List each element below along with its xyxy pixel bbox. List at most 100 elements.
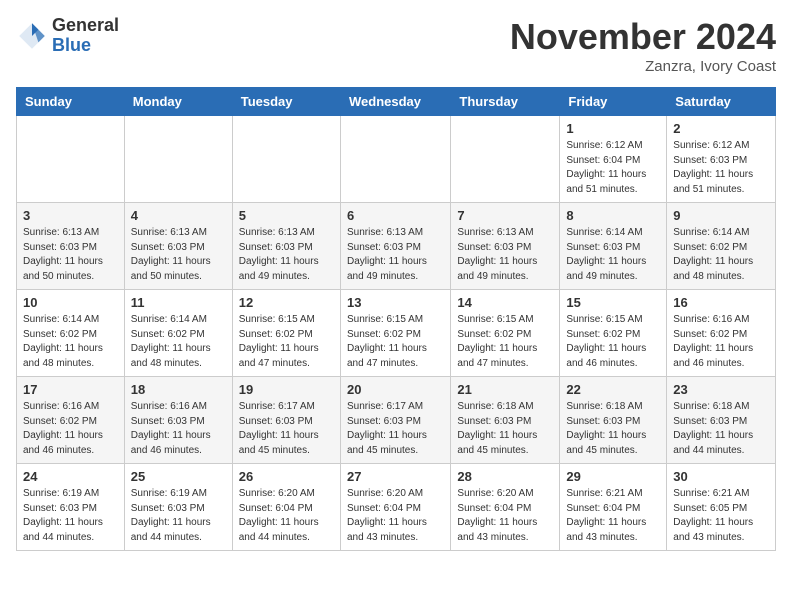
day-info: Sunrise: 6:14 AM Sunset: 6:02 PM Dayligh… xyxy=(23,313,118,371)
day-number: 19 xyxy=(239,382,334,397)
calendar-cell: 12 Sunrise: 6:15 AM Sunset: 6:02 PM Dayli… xyxy=(232,290,340,377)
day-number: 25 xyxy=(131,469,226,484)
day-header-wednesday: Wednesday xyxy=(340,88,450,116)
calendar-cell: 29 Sunrise: 6:21 AM Sunset: 6:04 PM Dayli… xyxy=(560,464,667,551)
calendar-cell: 18 Sunrise: 6:16 AM Sunset: 6:03 PM Dayli… xyxy=(124,377,232,464)
day-info: Sunrise: 6:15 AM Sunset: 6:02 PM Dayligh… xyxy=(457,313,553,371)
calendar-cell xyxy=(340,116,450,203)
calendar-cell: 16 Sunrise: 6:16 AM Sunset: 6:02 PM Dayli… xyxy=(667,290,776,377)
title-block: November 2024 Zanzra, Ivory Coast xyxy=(510,16,776,75)
calendar-week-row: 3 Sunrise: 6:13 AM Sunset: 6:03 PM Daylig… xyxy=(17,203,776,290)
day-number: 13 xyxy=(347,295,444,310)
day-number: 5 xyxy=(239,208,334,223)
day-number: 3 xyxy=(23,208,118,223)
day-info: Sunrise: 6:21 AM Sunset: 6:05 PM Dayligh… xyxy=(673,487,769,545)
day-info: Sunrise: 6:14 AM Sunset: 6:02 PM Dayligh… xyxy=(673,226,769,284)
calendar-cell xyxy=(232,116,340,203)
calendar-cell: 11 Sunrise: 6:14 AM Sunset: 6:02 PM Dayli… xyxy=(124,290,232,377)
calendar-cell: 22Sunrise: 6:18 AM Sunset: 6:03 PM Dayli… xyxy=(560,377,667,464)
day-info: Sunrise: 6:13 AM Sunset: 6:03 PM Dayligh… xyxy=(239,226,334,284)
day-number: 28 xyxy=(457,469,553,484)
calendar-cell: 1 Sunrise: 6:12 AM Sunset: 6:04 PM Daylig… xyxy=(560,116,667,203)
day-header-tuesday: Tuesday xyxy=(232,88,340,116)
calendar-cell xyxy=(451,116,560,203)
day-header-monday: Monday xyxy=(124,88,232,116)
day-info: Sunrise: 6:13 AM Sunset: 6:03 PM Dayligh… xyxy=(457,226,553,284)
calendar-cell: 30 Sunrise: 6:21 AM Sunset: 6:05 PM Dayli… xyxy=(667,464,776,551)
day-info: Sunrise: 6:15 AM Sunset: 6:02 PM Dayligh… xyxy=(239,313,334,371)
day-number: 8 xyxy=(566,208,660,223)
day-number: 2 xyxy=(673,121,769,136)
day-number: 22 xyxy=(566,382,660,397)
calendar-cell: 28 Sunrise: 6:20 AM Sunset: 6:04 PM Dayli… xyxy=(451,464,560,551)
day-info: Sunrise: 6:20 AM Sunset: 6:04 PM Dayligh… xyxy=(457,487,553,545)
calendar-cell: 7 Sunrise: 6:13 AM Sunset: 6:03 PM Daylig… xyxy=(451,203,560,290)
calendar-cell: 3 Sunrise: 6:13 AM Sunset: 6:03 PM Daylig… xyxy=(17,203,125,290)
logo-icon xyxy=(16,20,48,52)
day-info: Sunrise: 6:20 AM Sunset: 6:04 PM Dayligh… xyxy=(239,487,334,545)
month-title: November 2024 xyxy=(510,16,776,58)
day-number: 14 xyxy=(457,295,553,310)
day-info: Sunrise: 6:16 AM Sunset: 6:02 PM Dayligh… xyxy=(673,313,769,371)
calendar-cell: 24Sunrise: 6:19 AM Sunset: 6:03 PM Dayli… xyxy=(17,464,125,551)
day-number: 11 xyxy=(131,295,226,310)
day-number: 12 xyxy=(239,295,334,310)
day-info: Sunrise: 6:20 AM Sunset: 6:04 PM Dayligh… xyxy=(347,487,444,545)
day-number: 16 xyxy=(673,295,769,310)
calendar-cell xyxy=(17,116,125,203)
calendar-cell: 15Sunrise: 6:15 AM Sunset: 6:02 PM Dayli… xyxy=(560,290,667,377)
logo-blue: Blue xyxy=(52,36,119,56)
day-number: 6 xyxy=(347,208,444,223)
logo-text: General Blue xyxy=(52,16,119,56)
day-info: Sunrise: 6:13 AM Sunset: 6:03 PM Dayligh… xyxy=(131,226,226,284)
calendar-cell xyxy=(124,116,232,203)
calendar-cell: 8 Sunrise: 6:14 AM Sunset: 6:03 PM Daylig… xyxy=(560,203,667,290)
day-info: Sunrise: 6:12 AM Sunset: 6:03 PM Dayligh… xyxy=(673,139,769,197)
logo: General Blue xyxy=(16,16,119,56)
day-info: Sunrise: 6:18 AM Sunset: 6:03 PM Dayligh… xyxy=(673,400,769,458)
calendar-week-row: 10 Sunrise: 6:14 AM Sunset: 6:02 PM Dayli… xyxy=(17,290,776,377)
day-number: 18 xyxy=(131,382,226,397)
day-number: 4 xyxy=(131,208,226,223)
day-info: Sunrise: 6:19 AM Sunset: 6:03 PM Dayligh… xyxy=(131,487,226,545)
day-number: 30 xyxy=(673,469,769,484)
calendar-cell: 21Sunrise: 6:18 AM Sunset: 6:03 PM Dayli… xyxy=(451,377,560,464)
day-number: 1 xyxy=(566,121,660,136)
calendar-header-row: SundayMondayTuesdayWednesdayThursdayFrid… xyxy=(17,88,776,116)
day-number: 21 xyxy=(457,382,553,397)
day-number: 20 xyxy=(347,382,444,397)
calendar-cell: 10 Sunrise: 6:14 AM Sunset: 6:02 PM Dayli… xyxy=(17,290,125,377)
day-header-thursday: Thursday xyxy=(451,88,560,116)
calendar-cell: 27 Sunrise: 6:20 AM Sunset: 6:04 PM Dayli… xyxy=(340,464,450,551)
day-number: 7 xyxy=(457,208,553,223)
day-info: Sunrise: 6:16 AM Sunset: 6:02 PM Dayligh… xyxy=(23,400,118,458)
day-info: Sunrise: 6:12 AM Sunset: 6:04 PM Dayligh… xyxy=(566,139,660,197)
calendar-cell: 5 Sunrise: 6:13 AM Sunset: 6:03 PM Daylig… xyxy=(232,203,340,290)
day-number: 29 xyxy=(566,469,660,484)
day-header-friday: Friday xyxy=(560,88,667,116)
calendar-week-row: 17 Sunrise: 6:16 AM Sunset: 6:02 PM Dayli… xyxy=(17,377,776,464)
day-info: Sunrise: 6:14 AM Sunset: 6:03 PM Dayligh… xyxy=(566,226,660,284)
day-info: Sunrise: 6:21 AM Sunset: 6:04 PM Dayligh… xyxy=(566,487,660,545)
calendar-cell: 2 Sunrise: 6:12 AM Sunset: 6:03 PM Daylig… xyxy=(667,116,776,203)
calendar-cell: 14 Sunrise: 6:15 AM Sunset: 6:02 PM Dayli… xyxy=(451,290,560,377)
day-number: 26 xyxy=(239,469,334,484)
calendar-cell: 26 Sunrise: 6:20 AM Sunset: 6:04 PM Dayli… xyxy=(232,464,340,551)
day-number: 17 xyxy=(23,382,118,397)
day-info: Sunrise: 6:17 AM Sunset: 6:03 PM Dayligh… xyxy=(347,400,444,458)
day-number: 15 xyxy=(566,295,660,310)
logo-general: General xyxy=(52,16,119,36)
day-info: Sunrise: 6:13 AM Sunset: 6:03 PM Dayligh… xyxy=(347,226,444,284)
calendar-cell: 4 Sunrise: 6:13 AM Sunset: 6:03 PM Daylig… xyxy=(124,203,232,290)
calendar-cell: 9Sunrise: 6:14 AM Sunset: 6:02 PM Daylig… xyxy=(667,203,776,290)
calendar-cell: 20 Sunrise: 6:17 AM Sunset: 6:03 PM Dayli… xyxy=(340,377,450,464)
day-info: Sunrise: 6:16 AM Sunset: 6:03 PM Dayligh… xyxy=(131,400,226,458)
location: Zanzra, Ivory Coast xyxy=(510,58,776,75)
day-info: Sunrise: 6:14 AM Sunset: 6:02 PM Dayligh… xyxy=(131,313,226,371)
day-number: 27 xyxy=(347,469,444,484)
calendar-table: SundayMondayTuesdayWednesdayThursdayFrid… xyxy=(16,87,776,551)
calendar-week-row: 1 Sunrise: 6:12 AM Sunset: 6:04 PM Daylig… xyxy=(17,116,776,203)
day-info: Sunrise: 6:13 AM Sunset: 6:03 PM Dayligh… xyxy=(23,226,118,284)
day-number: 10 xyxy=(23,295,118,310)
day-number: 23 xyxy=(673,382,769,397)
